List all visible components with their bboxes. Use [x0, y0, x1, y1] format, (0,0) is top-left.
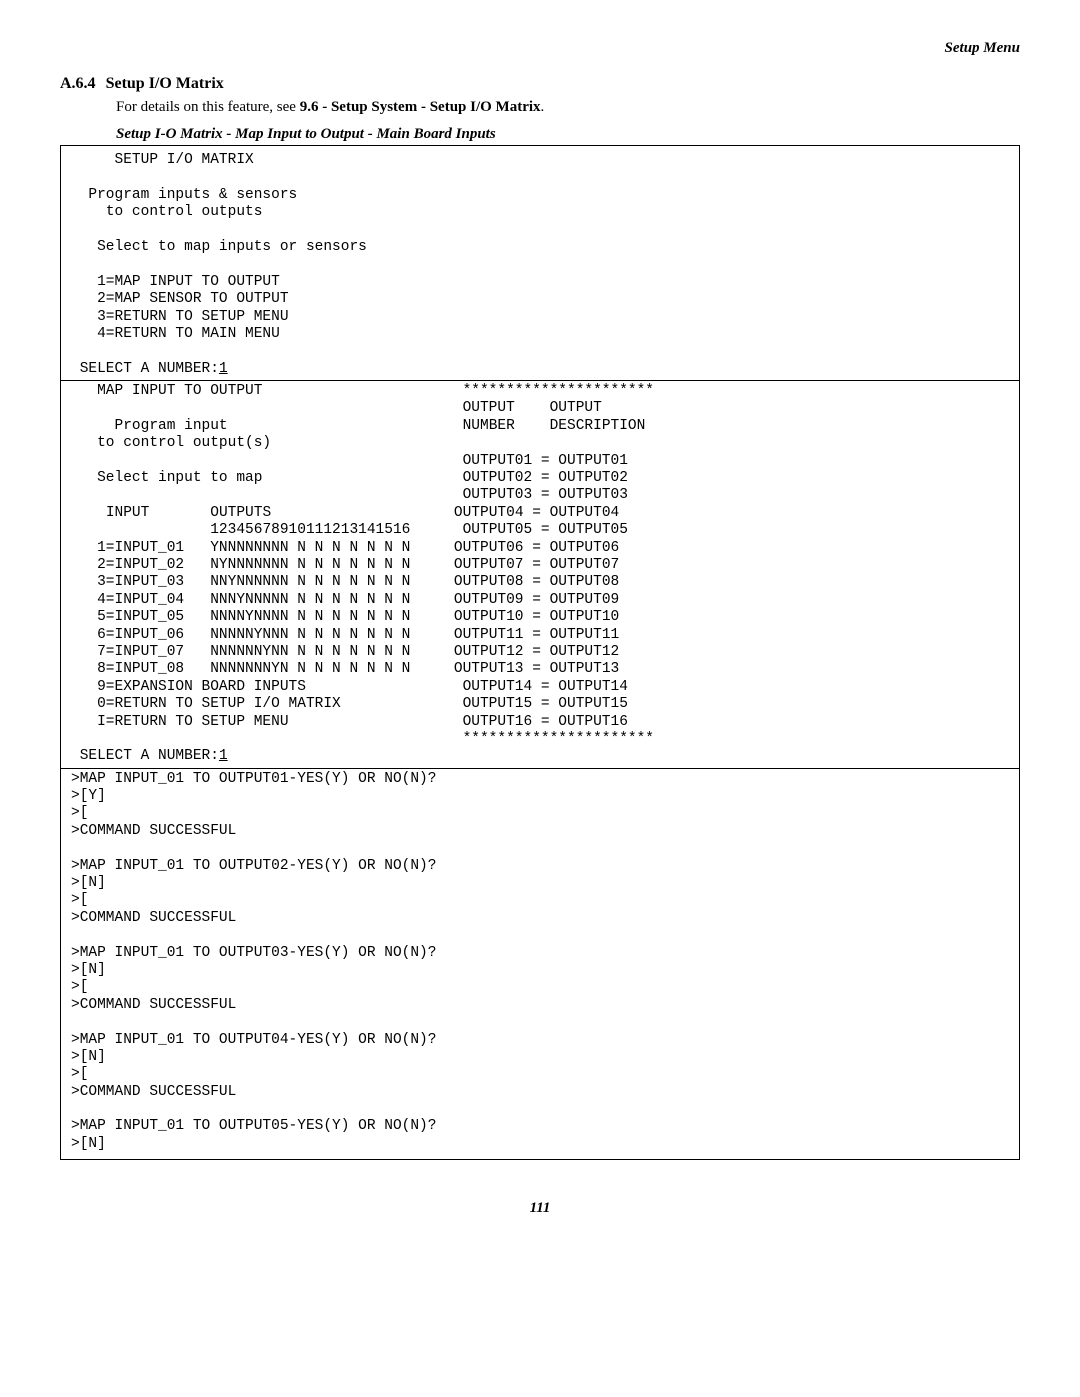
s2-hdr2: OUTPUTS: [210, 505, 271, 521]
s2-hdr3: 12345678910111213141516: [210, 522, 410, 538]
s3-a4: >[N]: [71, 1049, 106, 1065]
s2-o4: OUTPUT04 = OUTPUT04: [454, 505, 619, 521]
s2-o15: OUTPUT15 = OUTPUT15: [463, 696, 628, 712]
s1-l1: Program inputs & sensors: [88, 187, 297, 203]
s2-rh1: OUTPUT OUTPUT: [463, 400, 602, 416]
s2-r2: 2=INPUT_02 NYNNNNNNN N N N N N N N: [97, 557, 410, 573]
s3-b2: >[: [71, 892, 88, 908]
figure-caption: Setup I-O Matrix - Map Input to Output -…: [116, 126, 1020, 143]
s2-r7: 7=INPUT_07 NNNNNNYNN N N N N N N N: [97, 644, 410, 660]
s3-c3: >COMMAND SUCCESSFUL: [71, 997, 236, 1013]
screen-1: SETUP I/O MATRIX Program inputs & sensor…: [71, 152, 1009, 378]
s3-a3: >[N]: [71, 962, 106, 978]
s3-a5: >[N]: [71, 1136, 106, 1152]
s2-r3: 3=INPUT_03 NNYNNNNNN N N N N N N N: [97, 574, 410, 590]
s2-o16: OUTPUT16 = OUTPUT16: [463, 714, 628, 730]
s2-stars-bot: **********************: [463, 731, 654, 747]
s3-b4: >[: [71, 1066, 88, 1082]
s3-p4: >MAP INPUT_01 TO OUTPUT04-YES(Y) OR NO(N…: [71, 1032, 436, 1048]
s2-r4: 4=INPUT_04 NNNYNNNNN N N N N N N N: [97, 592, 410, 608]
section-heading: A.6.4 Setup I/O Matrix: [60, 75, 1020, 93]
s3-b3: >[: [71, 979, 88, 995]
s2-o10: OUTPUT10 = OUTPUT10: [454, 609, 619, 625]
s2-o8: OUTPUT08 = OUTPUT08: [454, 574, 619, 590]
s2-hdr1: INPUT: [106, 505, 150, 521]
s3-b1: >[: [71, 805, 88, 821]
section-title: Setup I/O Matrix: [106, 75, 224, 92]
s3-c4: >COMMAND SUCCESSFUL: [71, 1084, 236, 1100]
s2-o14: OUTPUT14 = OUTPUT14: [463, 679, 628, 695]
s2-o1: OUTPUT01 = OUTPUT01: [463, 453, 628, 469]
s2-prompt: SELECT A NUMBER:: [80, 748, 219, 764]
page-number: 111: [60, 1200, 1020, 1217]
detail-prefix: For details on this feature, see: [116, 99, 300, 115]
section-detail: For details on this feature, see 9.6 - S…: [116, 99, 1020, 116]
divider: [61, 380, 1019, 381]
s1-l2: to control outputs: [106, 204, 263, 220]
s3-p2: >MAP INPUT_01 TO OUTPUT02-YES(Y) OR NO(N…: [71, 858, 436, 874]
s2-r6: 6=INPUT_06 NNNNNYNNN N N N N N N N: [97, 627, 410, 643]
s2-r5: 5=INPUT_05 NNNNYNNNN N N N N N N N: [97, 609, 410, 625]
s3-p1: >MAP INPUT_01 TO OUTPUT01-YES(Y) OR NO(N…: [71, 771, 436, 787]
s2-o11: OUTPUT11 = OUTPUT11: [454, 627, 619, 643]
s3-c1: >COMMAND SUCCESSFUL: [71, 823, 236, 839]
s1-o4: 4=RETURN TO MAIN MENU: [97, 326, 280, 342]
s2-o6: OUTPUT06 = OUTPUT06: [454, 540, 619, 556]
s2-o3: OUTPUT03 = OUTPUT03: [463, 487, 628, 503]
s2-o5: OUTPUT05 = OUTPUT05: [463, 522, 628, 538]
s3-p3: >MAP INPUT_01 TO OUTPUT03-YES(Y) OR NO(N…: [71, 945, 436, 961]
s2-r9: 9=EXPANSION BOARD INPUTS: [97, 679, 306, 695]
page-header: Setup Menu: [60, 40, 1020, 57]
s2-l3: Select input to map: [97, 470, 262, 486]
s3-a1: >[Y]: [71, 788, 106, 804]
s3-p5: >MAP INPUT_01 TO OUTPUT05-YES(Y) OR NO(N…: [71, 1118, 436, 1134]
detail-suffix: .: [541, 99, 545, 115]
s3-c2: >COMMAND SUCCESSFUL: [71, 910, 236, 926]
s2-o7: OUTPUT07 = OUTPUT07: [454, 557, 619, 573]
s1-input: 1: [219, 361, 228, 377]
s1-l3: Select to map inputs or sensors: [97, 239, 367, 255]
s1-o3: 3=RETURN TO SETUP MENU: [97, 309, 288, 325]
s2-input: 1: [219, 748, 228, 764]
s2-o2: OUTPUT02 = OUTPUT02: [463, 470, 628, 486]
s1-prompt: SELECT A NUMBER:: [80, 361, 219, 377]
detail-bold: 9.6 - Setup System - Setup I/O Matrix: [300, 99, 541, 115]
s2-l1: Program input: [115, 418, 228, 434]
section-number: A.6.4: [60, 75, 96, 92]
s2-o9: OUTPUT09 = OUTPUT09: [454, 592, 619, 608]
terminal-output: SETUP I/O MATRIX Program inputs & sensor…: [60, 145, 1020, 1160]
s2-l2: to control output(s): [97, 435, 271, 451]
s2-o12: OUTPUT12 = OUTPUT12: [454, 644, 619, 660]
s2-title: MAP INPUT TO OUTPUT: [97, 383, 262, 399]
s2-r11: I=RETURN TO SETUP MENU: [97, 714, 288, 730]
s2-r10: 0=RETURN TO SETUP I/O MATRIX: [97, 696, 341, 712]
s1-o2: 2=MAP SENSOR TO OUTPUT: [97, 291, 288, 307]
s1-title: SETUP I/O MATRIX: [115, 152, 254, 168]
s2-stars-top: **********************: [463, 383, 654, 399]
s2-r1: 1=INPUT_01 YNNNNNNNN N N N N N N N: [97, 540, 410, 556]
screen-3: >MAP INPUT_01 TO OUTPUT01-YES(Y) OR NO(N…: [71, 771, 1009, 1154]
screen-2: MAP INPUT TO OUTPUT ********************…: [71, 383, 1009, 766]
divider: [61, 768, 1019, 769]
s2-o13: OUTPUT13 = OUTPUT13: [454, 661, 619, 677]
s2-r8: 8=INPUT_08 NNNNNNNYN N N N N N N N: [97, 661, 410, 677]
s1-o1: 1=MAP INPUT TO OUTPUT: [97, 274, 280, 290]
s3-a2: >[N]: [71, 875, 106, 891]
s2-rh2: NUMBER DESCRIPTION: [463, 418, 646, 434]
